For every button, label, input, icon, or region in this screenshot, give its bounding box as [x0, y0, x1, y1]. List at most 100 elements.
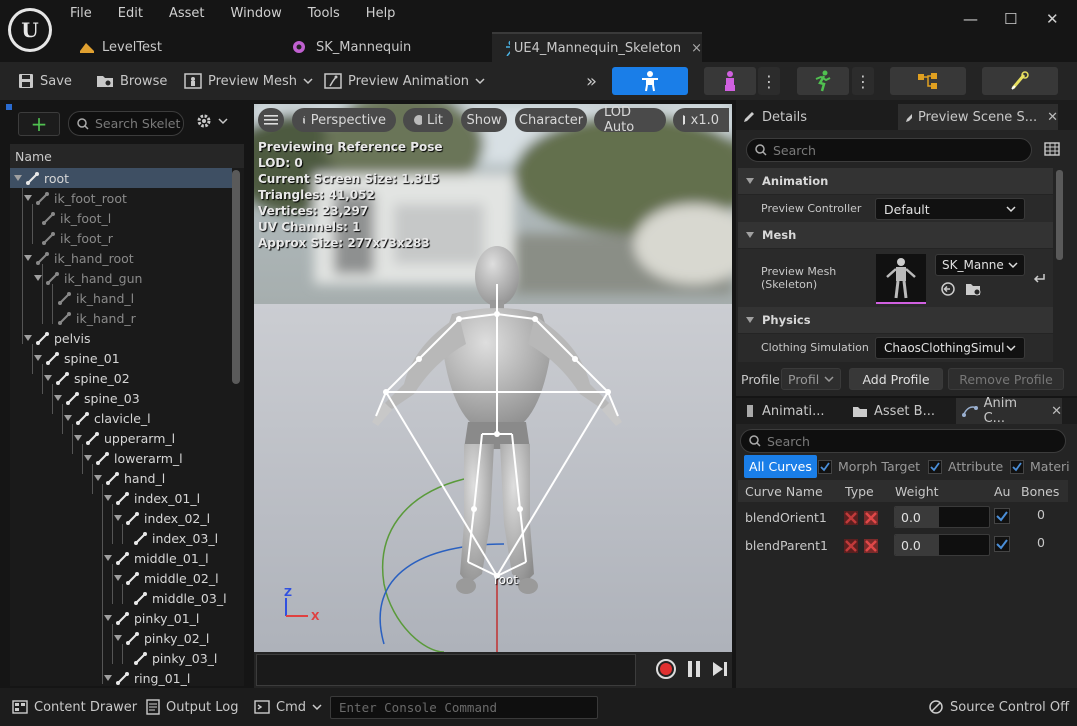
cmd-dropdown[interactable]: Cmd	[248, 692, 328, 722]
clothing-simulation-dropdown[interactable]: ChaosClothingSimul	[875, 337, 1025, 359]
tab-animation-browser[interactable]: Animati...	[736, 398, 844, 424]
tree-row-hand-l[interactable]: hand_l	[10, 468, 232, 488]
unreal-logo[interactable]: U	[8, 8, 52, 52]
blueprint-mode-button[interactable]	[890, 67, 966, 95]
maximize-button[interactable]: ☐	[1004, 10, 1017, 28]
tree-row-middle-01-l[interactable]: middle_01_l	[10, 548, 232, 568]
column-type[interactable]: Type	[845, 484, 874, 499]
menu-help[interactable]: Help	[366, 6, 396, 21]
pause-button[interactable]	[687, 660, 701, 681]
tree-row-index-03-l[interactable]: index_03_l	[10, 528, 232, 548]
tab-close-icon[interactable]: ✕	[1047, 110, 1058, 125]
tab-leveltest[interactable]: LevelTest	[66, 32, 276, 62]
mesh-mode-button[interactable]	[704, 67, 756, 95]
filter-morph-target[interactable]: Morph Target	[818, 459, 920, 474]
section-physics[interactable]: Physics	[738, 307, 1053, 333]
tab-details[interactable]: Details	[736, 104, 896, 130]
perspective-button[interactable]: Perspective	[292, 108, 396, 132]
toolbar-overflow-button[interactable]: »	[586, 62, 597, 100]
console-command-input[interactable]: Enter Console Command	[330, 696, 598, 719]
character-button[interactable]: Character	[515, 108, 587, 132]
preview-mesh-dropdown[interactable]: SK_Manne	[935, 254, 1025, 276]
tree-row-index-02-l[interactable]: index_02_l	[10, 508, 232, 528]
skeleton-search-input[interactable]: Search Skeleton	[68, 111, 184, 136]
browse-button[interactable]: Browse	[96, 62, 167, 100]
tree-row-pelvis[interactable]: pelvis	[10, 328, 232, 348]
save-button[interactable]: Save	[18, 62, 72, 100]
weight-slider[interactable]: 0.0	[894, 534, 990, 556]
remove-profile-button[interactable]: Remove Profile	[948, 368, 1064, 390]
output-log-button[interactable]: Output Log	[140, 692, 245, 722]
tree-row-index-01-l[interactable]: index_01_l	[10, 488, 232, 508]
tab-close-icon[interactable]: ✕	[1051, 404, 1062, 419]
menu-asset[interactable]: Asset	[169, 6, 205, 21]
close-window-button[interactable]: ✕	[1046, 10, 1059, 28]
viewport-menu-button[interactable]	[258, 108, 284, 132]
tree-row-middle-03-l[interactable]: middle_03_l	[10, 588, 232, 608]
preview-controller-dropdown[interactable]: Default	[875, 198, 1025, 220]
preview-animation-button[interactable]: Preview Animation	[324, 62, 485, 100]
tree-row-spine-01[interactable]: spine_01	[10, 348, 232, 368]
mesh-thumbnail[interactable]	[876, 254, 926, 304]
add-bone-button[interactable]: +	[18, 112, 60, 136]
tab-asset-browser[interactable]: Asset B...	[846, 398, 954, 424]
material-curve-icon[interactable]	[863, 510, 879, 526]
animation-mode-options-button[interactable]: ⋮	[852, 67, 874, 95]
step-forward-button[interactable]	[712, 660, 728, 681]
tree-row-middle-02-l[interactable]: middle_02_l	[10, 568, 232, 588]
tree-row-pinky-01-l[interactable]: pinky_01_l	[10, 608, 232, 628]
animation-mode-button[interactable]	[797, 67, 849, 95]
lit-button[interactable]: Lit	[403, 108, 453, 132]
tree-row-ik-hand-root[interactable]: ik_hand_root	[10, 248, 232, 268]
preview-mesh-button[interactable]: Preview Mesh	[184, 62, 313, 100]
tree-row-ik-foot-l[interactable]: ik_foot_l	[10, 208, 232, 228]
source-control-button[interactable]: Source Control Off	[922, 692, 1075, 722]
auto-checkbox[interactable]	[994, 536, 1010, 555]
mesh-mode-options-button[interactable]: ⋮	[758, 67, 780, 95]
tab-sk-mannequin[interactable]: SK_Mannequin	[280, 32, 490, 62]
column-weight[interactable]: Weight	[895, 484, 939, 499]
filter-attribute[interactable]: Attribute	[928, 459, 1003, 474]
tree-header-name[interactable]: Name	[10, 144, 244, 168]
tab-anim-curves[interactable]: Anim C... ✕	[956, 396, 1062, 426]
table-view-button[interactable]	[1044, 142, 1060, 159]
add-profile-button[interactable]: Add Profile	[849, 368, 943, 390]
physics-mode-button[interactable]	[982, 67, 1058, 95]
tab-close-icon[interactable]: ×	[691, 41, 702, 56]
tree-row-ik-hand-l[interactable]: ik_hand_l	[10, 288, 232, 308]
tree-row-lowerarm-l[interactable]: lowerarm_l	[10, 448, 232, 468]
tree-row-ring-01-l[interactable]: ring_01_l	[10, 668, 232, 686]
tree-row-pinky-02-l[interactable]: pinky_02_l	[10, 628, 232, 648]
tree-row-ik-foot-r[interactable]: ik_foot_r	[10, 228, 232, 248]
menu-tools[interactable]: Tools	[308, 6, 340, 21]
tree-scrollbar[interactable]	[232, 170, 240, 384]
tree-row-ik-foot-root[interactable]: ik_foot_root	[10, 188, 232, 208]
tab-ue4-mannequin-skeleton[interactable]: UE4_Mannequin_Skeleton ×	[492, 32, 702, 62]
morph-target-icon[interactable]	[843, 510, 859, 526]
playback-speed-button[interactable]: x1.0	[673, 108, 729, 132]
tree-row-ik-hand-r[interactable]: ik_hand_r	[10, 308, 232, 328]
section-animation[interactable]: Animation	[738, 168, 1053, 194]
tree-row-clavicle-l[interactable]: clavicle_l	[10, 408, 232, 428]
skeleton-mode-button[interactable]	[612, 67, 688, 95]
filter-material[interactable]: Materi	[1010, 459, 1077, 474]
lod-auto-button[interactable]: LOD Auto	[594, 105, 666, 135]
details-search-input[interactable]: Search	[746, 138, 1032, 162]
material-curve-icon[interactable]	[863, 538, 879, 554]
menu-edit[interactable]: Edit	[118, 6, 143, 21]
tab-preview-scene-settings[interactable]: Preview Scene S... ✕	[898, 104, 1058, 130]
filter-all-curves[interactable]: All Curves	[744, 455, 817, 478]
menu-file[interactable]: File	[70, 6, 92, 21]
record-button[interactable]	[656, 659, 676, 679]
curves-search-input[interactable]: Search	[740, 429, 1066, 453]
auto-checkbox[interactable]	[994, 508, 1010, 527]
morph-target-icon[interactable]	[843, 538, 859, 554]
tree-row-spine-03[interactable]: spine_03	[10, 388, 232, 408]
column-bones[interactable]: Bones	[1021, 484, 1059, 499]
column-auto[interactable]: Au	[994, 484, 1010, 499]
tree-row-pinky-03-l[interactable]: pinky_03_l	[10, 648, 232, 668]
details-scrollbar[interactable]	[1056, 170, 1063, 260]
content-drawer-button[interactable]: Content Drawer	[6, 692, 143, 722]
show-button[interactable]: Show	[461, 108, 507, 132]
section-mesh[interactable]: Mesh	[738, 222, 1053, 248]
